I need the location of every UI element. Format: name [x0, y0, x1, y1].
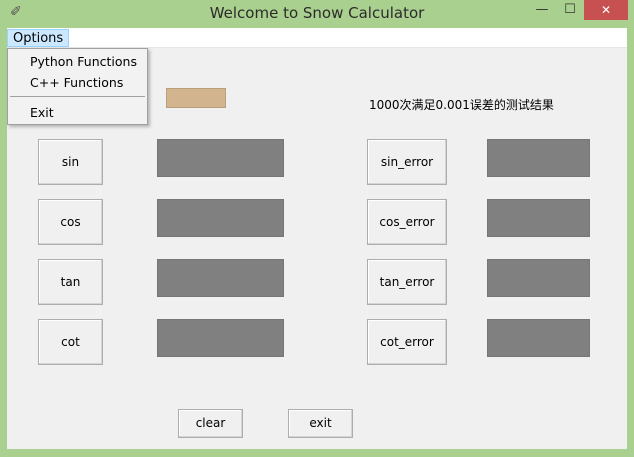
result-label: 1000次满足0.001误差的测试结果	[369, 98, 554, 112]
exit-button[interactable]: exit	[288, 409, 353, 438]
tan-button[interactable]: tan	[38, 259, 103, 305]
cos-button[interactable]: cos	[38, 199, 103, 245]
tan-output	[157, 259, 284, 297]
maximize-button[interactable]: ☐	[556, 0, 584, 20]
tolerance-input[interactable]	[166, 88, 226, 108]
tan-error-button[interactable]: tan_error	[367, 259, 447, 305]
menu-item-exit[interactable]: Exit	[30, 105, 54, 120]
menu-item-cpp-functions[interactable]: C++ Functions	[30, 75, 123, 90]
sin-error-button[interactable]: sin_error	[367, 139, 447, 185]
options-dropdown: Python Functions C++ Functions Exit	[7, 48, 148, 125]
cot-output	[157, 319, 284, 357]
tan-error-output	[487, 259, 590, 297]
sin-error-output	[487, 139, 590, 177]
clear-button[interactable]: clear	[178, 409, 243, 438]
title-bar: ✐ Welcome to Snow Calculator — ☐ ✕	[0, 0, 634, 28]
cos-error-output	[487, 199, 590, 237]
cot-error-output	[487, 319, 590, 357]
menu-options[interactable]: Options	[7, 29, 70, 47]
close-button[interactable]: ✕	[584, 0, 628, 20]
minimize-button[interactable]: —	[528, 0, 556, 20]
sin-button[interactable]: sin	[38, 139, 103, 185]
cot-button[interactable]: cot	[38, 319, 103, 365]
sin-output	[157, 139, 284, 177]
app-client-area: Options Python Functions C++ Functions E…	[7, 28, 627, 449]
menu-item-python-functions[interactable]: Python Functions	[30, 54, 137, 69]
menu-separator	[10, 96, 145, 97]
cos-output	[157, 199, 284, 237]
menu-bar: Options	[7, 28, 627, 48]
cos-error-button[interactable]: cos_error	[367, 199, 447, 245]
cot-error-button[interactable]: cot_error	[367, 319, 447, 365]
